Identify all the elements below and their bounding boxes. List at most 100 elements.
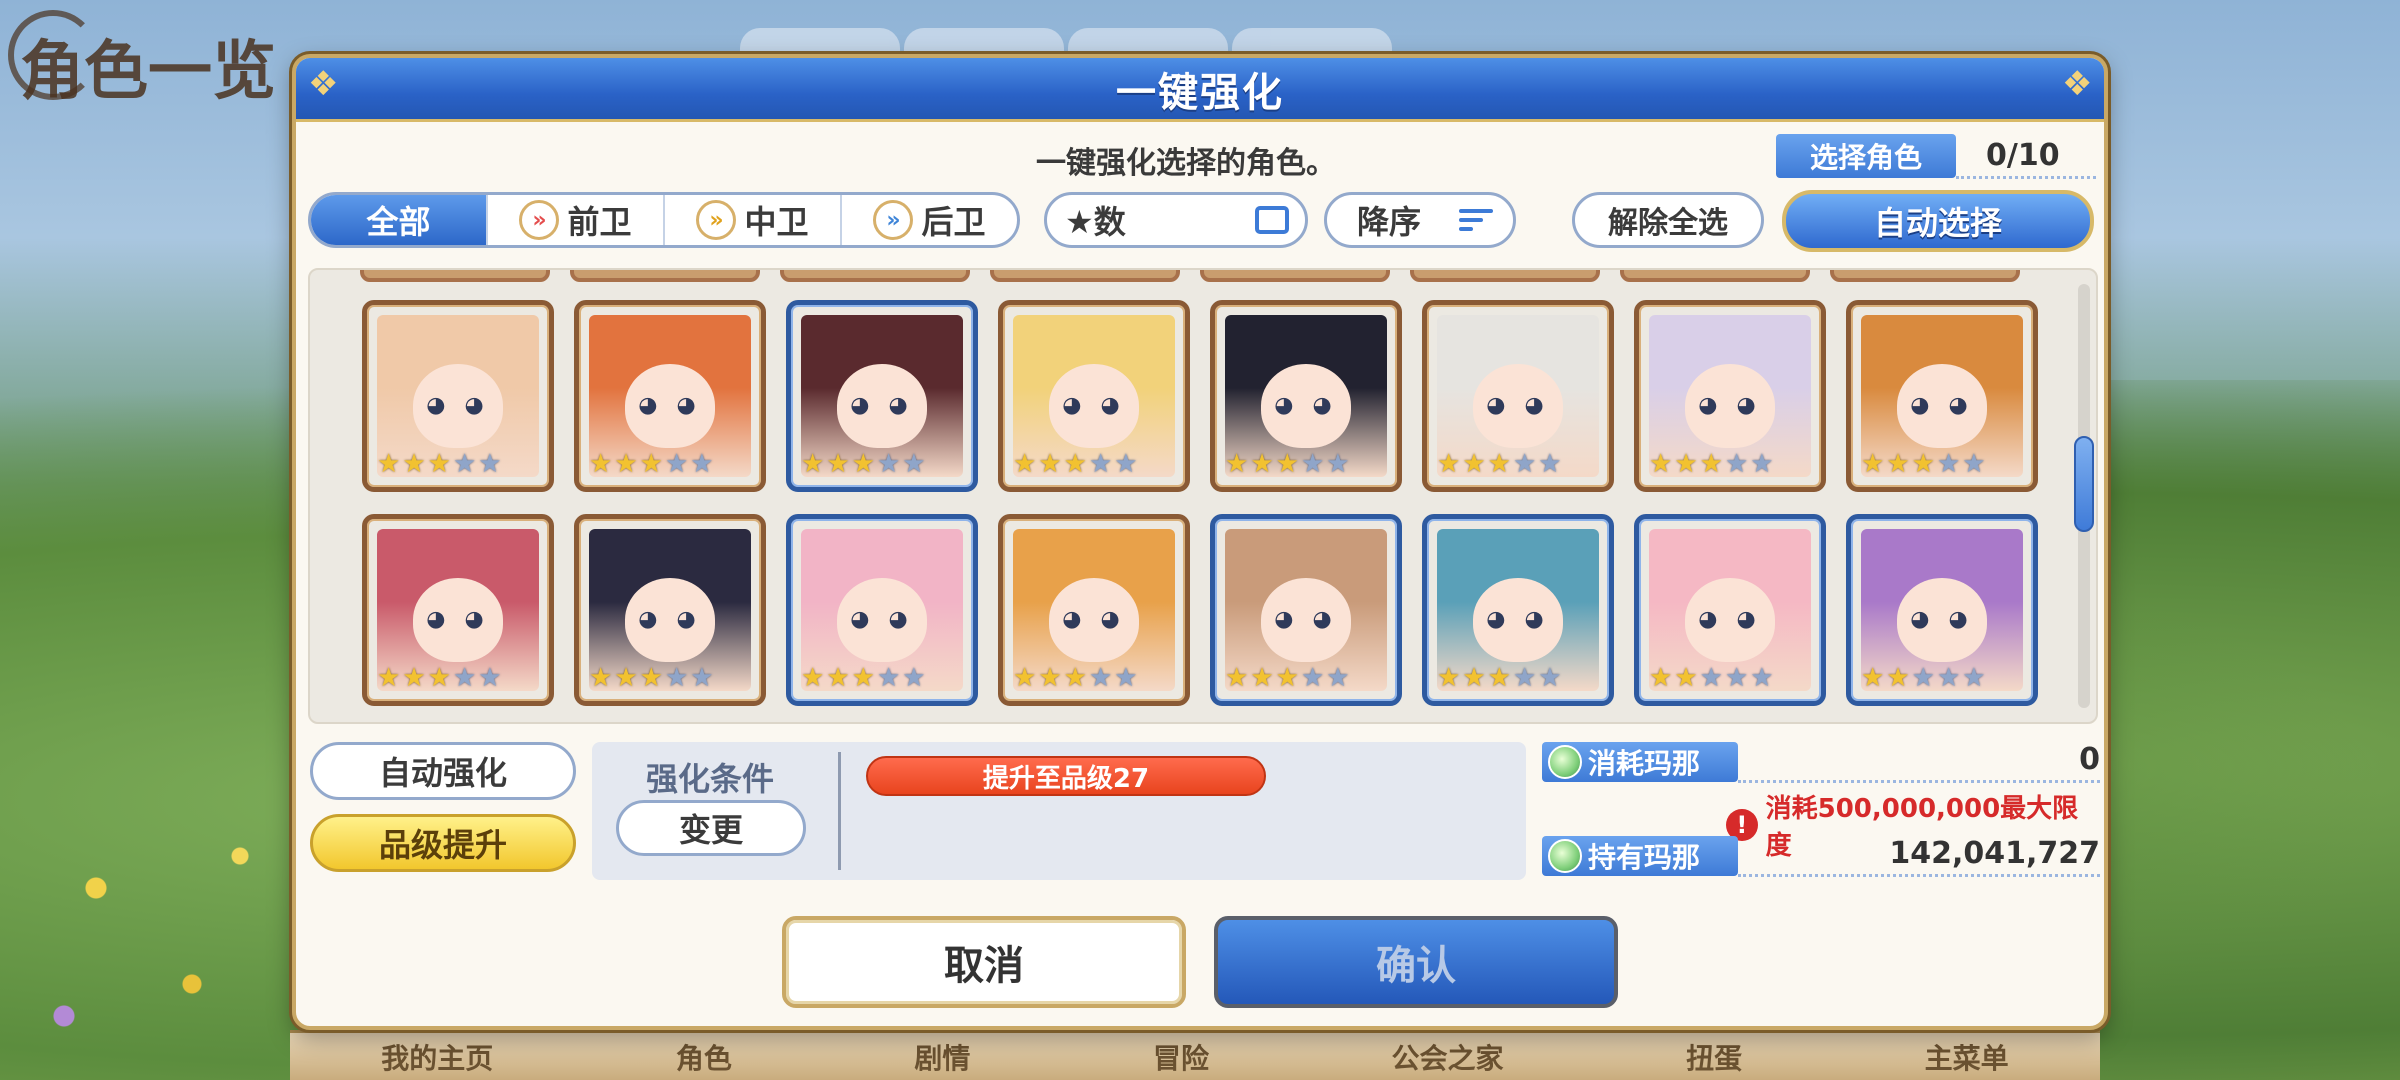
character-card[interactable]: ★★★★★ — [1210, 514, 1402, 706]
star-empty-icon: ★ — [1088, 663, 1113, 693]
character-grid: ★★★★★★★★★★★★★★★★★★★★★★★★★★★★★★★★★★★★★★★★… — [362, 300, 2038, 706]
tab-front[interactable]: » 前卫 — [486, 195, 663, 245]
star-empty-icon: ★ — [1512, 663, 1537, 693]
character-card[interactable]: ★★★★★ — [362, 300, 554, 492]
layers-icon — [1255, 206, 1289, 234]
mana-consume-tag: 消耗玛那 — [1542, 742, 1738, 782]
tab-middle[interactable]: » 中卫 — [663, 195, 840, 245]
star-filled-icon: ★ — [1038, 663, 1062, 693]
star-empty-icon: ★ — [1911, 663, 1935, 693]
nav-guild-house[interactable]: 公会之家 — [1392, 1037, 1504, 1077]
character-card[interactable]: ★★★★★ — [786, 300, 978, 492]
tab-back-label: 后卫 — [921, 203, 986, 241]
mana-consume-underline — [1738, 780, 2100, 783]
star-filled-icon: ★ — [402, 449, 426, 479]
grade-up-button[interactable]: 品级提升 — [310, 814, 576, 872]
sort-key-dropdown[interactable]: ★数 — [1044, 192, 1308, 248]
character-card[interactable]: ★★★★★ — [1210, 300, 1402, 492]
character-card[interactable]: ★★★★★ — [786, 514, 978, 706]
star-filled-icon: ★ — [801, 449, 825, 479]
star-filled-icon: ★ — [1462, 663, 1486, 693]
star-empty-icon: ★ — [1750, 449, 1774, 479]
star-empty-icon: ★ — [1512, 449, 1537, 479]
star-filled-icon: ★ — [1699, 449, 1723, 479]
star-empty-icon: ★ — [902, 663, 926, 693]
star-empty-icon: ★ — [452, 449, 477, 479]
star-filled-icon: ★ — [1861, 663, 1885, 693]
character-card[interactable]: ★★★★★ — [1634, 514, 1826, 706]
star-rating: ★ ★ ★ ★ ★ — [801, 449, 926, 479]
character-card[interactable]: ★★★★★ — [998, 514, 1190, 706]
star-filled-icon: ★ — [1437, 663, 1461, 693]
mana-icon — [1548, 839, 1582, 873]
tab-all[interactable]: 全部 — [311, 195, 486, 245]
nav-gacha[interactable]: 扭蛋 — [1686, 1037, 1742, 1077]
bottom-nav: 我的主页 角色 剧情 冒险 公会之家 扭蛋 主菜单 — [290, 1030, 2100, 1080]
character-card[interactable]: ★★★★★ — [574, 300, 766, 492]
star-empty-icon: ★ — [1962, 449, 1986, 479]
star-filled-icon: ★ — [1462, 449, 1486, 479]
star-filled-icon: ★ — [1013, 663, 1037, 693]
star-filled-icon: ★ — [427, 663, 451, 693]
auto-enhance-button[interactable]: 自动强化 — [310, 742, 576, 800]
character-card[interactable]: ★★★★★ — [1634, 300, 1826, 492]
nav-adventure[interactable]: 冒险 — [1153, 1037, 1209, 1077]
mana-have-value: 142,041,727 — [1889, 836, 2100, 871]
change-condition-button[interactable]: 变更 — [616, 800, 806, 856]
star-filled-icon: ★ — [639, 449, 663, 479]
star-filled-icon: ★ — [1063, 449, 1087, 479]
tab-middle-label: 中卫 — [744, 203, 809, 241]
star-filled-icon: ★ — [1911, 449, 1935, 479]
character-grid-panel[interactable]: ★★★★★★★★★★★★★★★★★★★★★★★★★★★★★★★★★★★★★★★★… — [308, 268, 2098, 724]
star-rating: ★ ★ ★ ★ ★ — [1649, 449, 1774, 479]
corner-ornament-icon: ❖ — [2062, 64, 2093, 104]
background-flowers — [0, 760, 320, 1080]
star-empty-icon: ★ — [1750, 663, 1774, 693]
mana-have-underline — [1738, 874, 2100, 877]
tab-front-label: 前卫 — [567, 203, 632, 241]
star-filled-icon: ★ — [1886, 663, 1910, 693]
grid-scrollbar-thumb[interactable] — [2074, 436, 2094, 532]
star-filled-icon: ★ — [614, 663, 638, 693]
star-filled-icon: ★ — [1649, 663, 1673, 693]
tab-back[interactable]: » 后卫 — [840, 195, 1017, 245]
star-rating: ★ ★ ★ ★ ★ — [1225, 663, 1350, 693]
star-filled-icon: ★ — [1861, 449, 1885, 479]
character-card[interactable]: ★★★★★ — [574, 514, 766, 706]
back-role-icon: » — [873, 200, 914, 240]
star-empty-icon: ★ — [1699, 663, 1723, 693]
character-card[interactable]: ★★★★★ — [1422, 300, 1614, 492]
character-card[interactable]: ★★★★★ — [362, 514, 554, 706]
nav-characters[interactable]: 角色 — [676, 1037, 732, 1077]
star-empty-icon: ★ — [478, 449, 502, 479]
star-filled-icon: ★ — [1013, 449, 1037, 479]
clear-all-button[interactable]: 解除全选 — [1572, 192, 1764, 248]
character-card[interactable]: ★★★★★ — [1846, 514, 2038, 706]
character-card[interactable]: ★★★★★ — [1846, 300, 2038, 492]
star-filled-icon: ★ — [801, 663, 825, 693]
star-filled-icon: ★ — [1487, 449, 1511, 479]
nav-main-menu[interactable]: 主菜单 — [1925, 1037, 2009, 1077]
star-empty-icon: ★ — [664, 663, 689, 693]
sort-descending-icon — [1459, 209, 1493, 231]
star-filled-icon: ★ — [851, 663, 875, 693]
mana-consume-row: 消耗玛那 0 — [1542, 742, 2100, 783]
confirm-button[interactable]: 确认 — [1214, 916, 1618, 1008]
nav-my-page[interactable]: 我的主页 — [381, 1037, 493, 1077]
sort-order-button[interactable]: 降序 — [1324, 192, 1516, 248]
star-filled-icon: ★ — [1250, 663, 1274, 693]
star-rating: ★ ★ ★ ★ ★ — [801, 663, 926, 693]
auto-select-button[interactable]: 自动选择 — [1782, 190, 2094, 252]
mana-icon — [1548, 745, 1582, 779]
sort-key-label: ★数 — [1065, 203, 1126, 241]
star-filled-icon: ★ — [1038, 449, 1062, 479]
star-empty-icon: ★ — [664, 449, 689, 479]
star-filled-icon: ★ — [377, 449, 401, 479]
star-empty-icon: ★ — [876, 449, 901, 479]
character-card[interactable]: ★★★★★ — [1422, 514, 1614, 706]
cancel-button[interactable]: 取消 — [782, 916, 1186, 1008]
star-rating: ★ ★ ★ ★ ★ — [589, 449, 714, 479]
nav-story[interactable]: 剧情 — [914, 1037, 970, 1077]
character-card[interactable]: ★★★★★ — [998, 300, 1190, 492]
star-empty-icon: ★ — [1114, 449, 1138, 479]
